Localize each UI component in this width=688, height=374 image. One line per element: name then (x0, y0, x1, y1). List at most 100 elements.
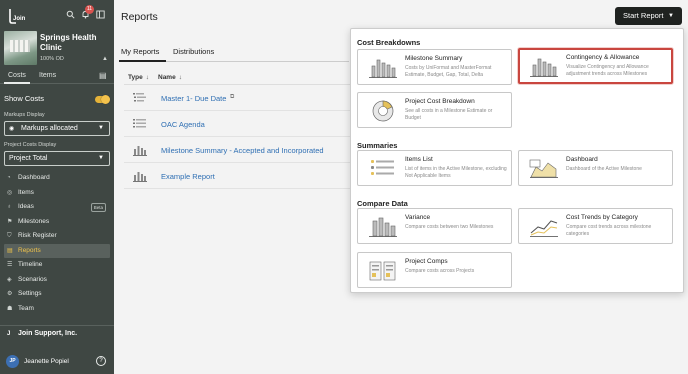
sidebar-item-reports[interactable]: ▤ Reports (4, 243, 110, 258)
help-icon[interactable]: ? (96, 356, 106, 366)
user-name: Jeanette Popiel (24, 358, 69, 365)
start-report-label: Start Report (623, 11, 664, 20)
sidebar-item-risk-register[interactable]: ⛉ Risk Register (0, 229, 114, 244)
column-type-label: Type (128, 74, 143, 81)
card-title: Items List (405, 156, 433, 163)
sidebar-item-label: Team (18, 304, 34, 312)
show-costs-label: Show Costs (4, 94, 45, 103)
eye-icon: ◉ (9, 126, 15, 132)
area-chart-icon (529, 159, 558, 178)
chevron-up-icon: ▲ (102, 56, 108, 62)
bar-chart-icon (133, 172, 147, 182)
shield-icon: ⛉ (7, 233, 12, 239)
timeline-icon: ☰ (7, 262, 13, 268)
contingency-allowance-card[interactable]: Contingency & Allowance Visualize Contin… (518, 48, 673, 84)
items-list-card[interactable]: Items List List of items in the Active M… (357, 150, 512, 186)
page-title: Reports (121, 11, 158, 23)
table-row[interactable]: Milestone Summary - Accepted and Incorpo… (124, 137, 350, 163)
bar-chart-icon (369, 59, 397, 78)
section-summaries: Summaries (357, 141, 398, 150)
card-description: See all costs in a Milestone Estimate or… (405, 108, 493, 121)
tab-my-reports[interactable]: My Reports (121, 47, 159, 56)
sidebar-item-milestones[interactable]: ⚑ Milestones (0, 215, 114, 230)
sidebar-tabs: Costs Items ▤ (0, 70, 114, 84)
start-report-button[interactable]: Start Report ▼ (615, 7, 682, 25)
agenda-list-icon (133, 119, 146, 128)
scenarios-icon: ◈ (7, 276, 12, 283)
sort-arrow-icon: ↓ (145, 74, 149, 81)
sidebar-item-ideas[interactable]: ♁ Ideas Beta (0, 200, 114, 215)
sidebar-item-timeline[interactable]: ☰ Timeline (0, 258, 114, 273)
project-milestone: 100% OD (40, 56, 64, 62)
report-link[interactable]: Example Report (161, 172, 215, 181)
sidebar-item-team[interactable]: ☗ Team (0, 302, 114, 317)
report-tabs: My Reports Distributions (119, 44, 349, 62)
report-link[interactable]: Master 1- Due Date (161, 94, 226, 103)
card-description: List of items in the Active Milestone, e… (405, 166, 507, 179)
sidebar: Join 11 Springs Health Clinic 100% OD ▲ … (0, 0, 114, 374)
project-thumbnail (4, 31, 37, 65)
project-costs-value: Project Total (9, 155, 48, 162)
markups-select[interactable]: ◉ Markups allocated ▼ (4, 121, 110, 136)
sidebar-item-settings[interactable]: ⚙ Settings (0, 287, 114, 302)
notification-badge: 11 (85, 5, 94, 14)
share-icon[interactable]: ⧉ (230, 94, 234, 101)
column-name[interactable]: Name ↓ (158, 74, 182, 81)
caret-down-icon: ▼ (668, 13, 674, 19)
show-costs-toggle[interactable] (95, 95, 110, 104)
main-content: Reports Start Report ▼ My Reports Distri… (114, 0, 688, 374)
user-menu[interactable]: JP Jeanette Popiel ? (0, 350, 114, 374)
tab-distributions[interactable]: Distributions (173, 47, 214, 56)
card-description: Compare cost trends across milestone cat… (566, 224, 652, 237)
sort-arrow-icon: ↓ (178, 74, 182, 81)
calculator-icon[interactable]: ▤ (99, 71, 107, 80)
dashboard-icon: ◔ (7, 175, 11, 181)
sidebar-item-dashboard[interactable]: ◔ Dashboard (0, 171, 114, 186)
project-cost-breakdown-card[interactable]: Project Cost Breakdown See all costs in … (357, 92, 512, 128)
table-row[interactable]: Master 1- Due Date ⧉ (124, 85, 350, 111)
card-title: Project Cost Breakdown (405, 98, 475, 105)
lightbulb-icon: ♁ (7, 204, 12, 210)
project-comps-card[interactable]: Project Comps Compare costs across Proje… (357, 252, 512, 288)
pie-chart-icon (372, 100, 394, 122)
bar-chart-icon (369, 217, 397, 237)
tab-items[interactable]: Items (39, 72, 56, 79)
section-cost-breakdowns: Cost Breakdowns (357, 38, 421, 47)
sidebar-item-label: Risk Register (18, 232, 57, 239)
panel-toggle-icon[interactable] (96, 10, 105, 19)
settings-icon: ⚙ (7, 291, 13, 297)
cost-trends-card[interactable]: Cost Trends by Category Compare cost tre… (518, 208, 673, 244)
card-description: Compare costs between two Milestones (405, 224, 494, 230)
milestone-summary-card[interactable]: Milestone Summary Costs by UniFormat and… (357, 49, 512, 85)
search-icon[interactable] (66, 10, 75, 19)
project-costs-select[interactable]: Project Total ▼ (4, 151, 110, 166)
variance-card[interactable]: Variance Compare costs between two Miles… (357, 208, 512, 244)
org-selector[interactable]: J Join Support, Inc. (0, 325, 114, 341)
table-row[interactable]: OAC Agenda (124, 111, 350, 137)
top-icons: 11 (66, 5, 105, 19)
project-selector[interactable]: Springs Health Clinic 100% OD ▲ (4, 31, 110, 65)
column-type[interactable]: Type ↓ (128, 74, 149, 81)
tab-underline (4, 82, 30, 84)
bell-icon[interactable]: 11 (81, 5, 94, 19)
sidebar-item-scenarios[interactable]: ◈ Scenarios (0, 273, 114, 288)
markups-display-label: Markups Display (4, 112, 45, 118)
avatar: JP (6, 355, 19, 368)
column-name-label: Name (158, 74, 176, 81)
table-row[interactable]: Example Report (124, 163, 350, 189)
items-icon: ◎ (7, 189, 13, 196)
beta-badge: Beta (90, 203, 106, 212)
report-link[interactable]: OAC Agenda (161, 120, 205, 129)
card-title: Variance (405, 214, 431, 221)
card-description: Compare costs across Projects (405, 268, 475, 274)
sidebar-item-items[interactable]: ◎ Items (0, 186, 114, 201)
chevron-down-icon: ▼ (98, 125, 104, 131)
report-link[interactable]: Milestone Summary - Accepted and Incorpo… (161, 146, 324, 155)
dashboard-card[interactable]: Dashboard Dashboard of the Active Milest… (518, 150, 673, 186)
sidebar-nav: ◔ Dashboard ◎ Items ♁ Ideas Beta ⚑ Milestones… (0, 171, 114, 316)
start-report-menu: Cost Breakdowns Milestone Summary Costs … (350, 28, 684, 293)
tab-costs[interactable]: Costs (8, 72, 26, 79)
card-description: Costs by UniFormat and MasterFormat Esti… (405, 65, 492, 78)
card-title: Project Comps (405, 258, 448, 265)
documents-icon (369, 261, 396, 281)
